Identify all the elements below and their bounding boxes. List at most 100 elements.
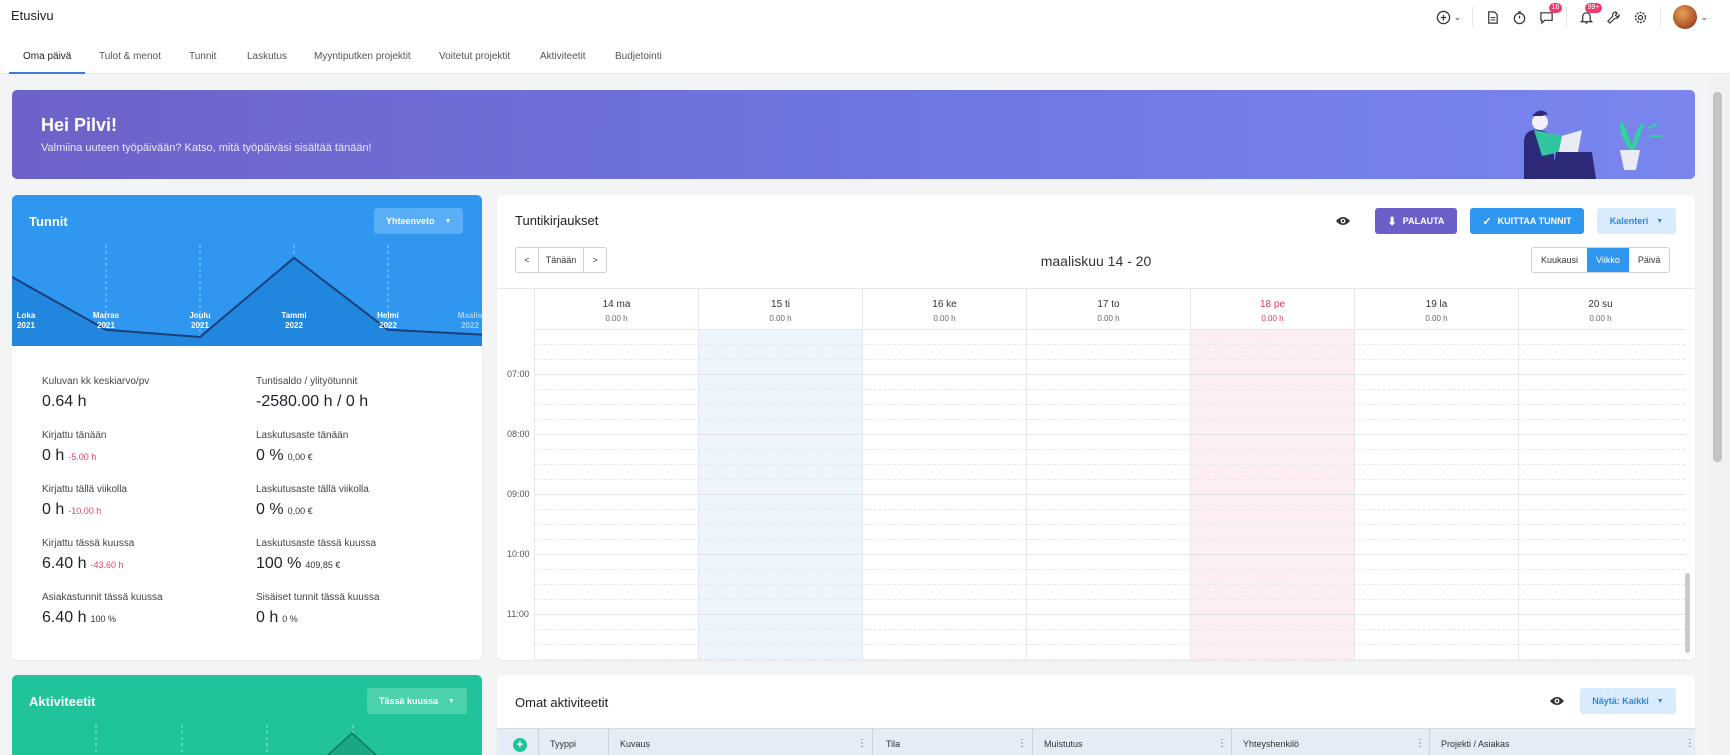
notifications-button[interactable]: 99+ xyxy=(1573,3,1603,30)
tab-tulot-menot[interactable]: Tulot & menot xyxy=(99,51,161,62)
stat-sub-value: -10.00 h xyxy=(68,506,102,516)
time-entries-title: Tuntikirjaukset xyxy=(515,213,599,228)
stat-main-value: -2580.00 h / 0 h xyxy=(256,393,369,410)
welcome-banner: Hei Pilvi! Valmiina uuteen työpäivään? K… xyxy=(12,90,1695,179)
column-header-contact[interactable]: Yhteyshenkilö xyxy=(1243,739,1299,749)
timer-button[interactable] xyxy=(1506,4,1533,30)
hour-label: 09:00 xyxy=(507,489,530,499)
eye-icon[interactable] xyxy=(1549,694,1565,708)
day-name: 19 la xyxy=(1425,299,1448,310)
day-name: 20 su xyxy=(1588,299,1613,310)
stat-label: Laskutusaste tällä viikolla xyxy=(256,484,369,495)
column-header-status[interactable]: Tila xyxy=(886,739,900,749)
stat-label: Kuluvan kk keskiarvo/pv xyxy=(42,376,150,387)
caret-down-icon: ▼ xyxy=(444,217,452,225)
stat-value: 6.40 h 100 % xyxy=(42,609,163,627)
day-name: 18 pe xyxy=(1259,299,1286,310)
column-header-project-customer[interactable]: Projekti / Asiakas xyxy=(1441,739,1510,749)
column-divider xyxy=(1032,729,1033,755)
document-button[interactable] xyxy=(1479,4,1506,30)
tab-laskutus[interactable]: Laskutus xyxy=(247,51,287,62)
stat-value: 6.40 h -43.60 h xyxy=(42,555,134,573)
day-header[interactable]: 15 ti 0.00 h xyxy=(698,289,862,329)
summary-dropdown[interactable]: Yhteenveto ▼ xyxy=(374,208,464,234)
column-header-description[interactable]: Kuvaus xyxy=(620,739,650,749)
activities-period-dropdown[interactable]: Tässä kuussa ▼ xyxy=(367,688,467,714)
approve-hours-label: KUITTAA TUNNIT xyxy=(1497,216,1572,226)
day-column[interactable] xyxy=(1518,289,1682,660)
week-calendar-grid[interactable]: 07:00 08:00 09:00 10:00 11:00 14 ma 0.00 h 15 t… xyxy=(497,288,1695,660)
tab-budjetointi[interactable]: Budjetointi xyxy=(615,51,662,62)
day-column[interactable] xyxy=(1026,289,1190,660)
calendar-scrollbar[interactable] xyxy=(1685,573,1690,653)
day-column[interactable] xyxy=(1354,289,1518,660)
tab-aktiviteetit[interactable]: Aktiviteetit xyxy=(540,51,586,62)
column-menu-icon[interactable]: ⋮ xyxy=(1415,738,1425,749)
settings-button[interactable] xyxy=(1627,4,1654,30)
day-header[interactable]: 17 to 0.00 h xyxy=(1026,289,1190,329)
column-menu-icon[interactable]: ⋮ xyxy=(1017,738,1027,749)
column-header-type[interactable]: Tyyppi xyxy=(550,739,576,749)
calendar-dropdown[interactable]: Kalenteri ▼ xyxy=(1597,208,1676,234)
return-button-label: PALAUTA xyxy=(1402,216,1445,226)
day-header[interactable]: 20 su 0.00 h xyxy=(1518,289,1682,329)
day-column[interactable] xyxy=(698,289,862,660)
greeting-subtitle: Valmiina uuteen työpäivään? Katso, mitä … xyxy=(41,142,372,154)
page-title: Etusivu xyxy=(11,8,54,23)
stat-label: Kirjattu tässä kuussa xyxy=(42,538,135,549)
view-week-button[interactable]: Viikko xyxy=(1587,248,1629,272)
stat-main-value: 0.64 h xyxy=(42,393,87,410)
day-header[interactable]: 14 ma 0.00 h xyxy=(534,289,698,329)
top-header: Etusivu ⌄ 16 99+ ⌄ xyxy=(0,0,1730,34)
view-day-button[interactable]: Päivä xyxy=(1629,248,1670,272)
tab-myyntiputken-projektit[interactable]: Myyntiputken projektit xyxy=(314,51,411,62)
avatar[interactable] xyxy=(1673,5,1698,29)
day-hours: 0.00 h xyxy=(1425,314,1448,323)
day-header[interactable]: 19 la 0.00 h xyxy=(1354,289,1518,329)
show-filter-label: Näytä: Kaikki xyxy=(1592,696,1649,706)
column-divider xyxy=(872,729,873,755)
page-scrollbar-thumb[interactable] xyxy=(1713,92,1722,462)
tab-voitetut-projektit[interactable]: Voitetut projektit xyxy=(439,51,510,62)
messages-button[interactable]: 16 xyxy=(1533,3,1563,30)
tools-button[interactable] xyxy=(1600,4,1627,30)
column-divider xyxy=(1231,729,1232,755)
day-hours: 0.00 h xyxy=(933,314,956,323)
hours-stat: Laskutusaste tällä viikolla 0 % 0,00 € xyxy=(256,484,369,519)
approve-hours-button[interactable]: ✓ KUITTAA TUNNIT xyxy=(1470,208,1584,234)
stat-sub-value: -5.00 h xyxy=(68,452,97,462)
hours-stat: Kuluvan kk keskiarvo/pv 0.64 h xyxy=(42,376,149,411)
messages-badge: 16 xyxy=(1548,3,1563,13)
stat-main-value: 6.40 h xyxy=(42,609,87,626)
divider xyxy=(1660,7,1662,27)
day-column[interactable] xyxy=(1190,289,1354,660)
caret-down-icon: ▼ xyxy=(1656,697,1664,705)
stat-value: 100 % 409,85 € xyxy=(256,555,376,573)
tab-oma-paiva[interactable]: Oma päivä xyxy=(23,51,71,62)
column-header-reminder[interactable]: Muistutus xyxy=(1044,739,1083,749)
hour-label: 07:00 xyxy=(507,369,530,379)
column-menu-icon[interactable]: ⋮ xyxy=(857,738,867,749)
column-menu-icon[interactable]: ⋮ xyxy=(1685,738,1695,749)
return-icon: ⬇ xyxy=(1387,215,1397,228)
day-header[interactable]: 18 pe 0.00 h xyxy=(1190,289,1354,329)
add-activity-icon[interactable]: + xyxy=(513,738,527,752)
stat-sub-value: 409,85 € xyxy=(305,560,341,570)
header-bottom-border xyxy=(534,329,1682,330)
return-button[interactable]: ⬇ PALAUTA xyxy=(1375,208,1457,234)
add-new-button[interactable]: ⌄ xyxy=(1430,4,1466,30)
chart-tick-label: Tammi 2022 xyxy=(281,311,306,330)
day-name: 14 ma xyxy=(602,299,631,310)
hour-label: 11:00 xyxy=(507,609,529,619)
tab-tunnit[interactable]: Tunnit xyxy=(189,51,216,62)
column-menu-icon[interactable]: ⋮ xyxy=(1217,738,1227,749)
caret-down-icon: ▼ xyxy=(1656,217,1664,225)
view-month-button[interactable]: Kuukausi xyxy=(1532,248,1587,272)
stat-label: Laskutusaste tässä kuussa xyxy=(256,538,377,549)
day-header[interactable]: 16 ke 0.00 h xyxy=(862,289,1026,329)
show-filter-dropdown[interactable]: Näytä: Kaikki ▼ xyxy=(1580,688,1676,714)
eye-icon[interactable] xyxy=(1335,214,1351,228)
day-column[interactable] xyxy=(534,289,698,660)
chevron-down-icon[interactable]: ⌄ xyxy=(1700,12,1708,23)
day-column[interactable] xyxy=(862,289,1026,660)
